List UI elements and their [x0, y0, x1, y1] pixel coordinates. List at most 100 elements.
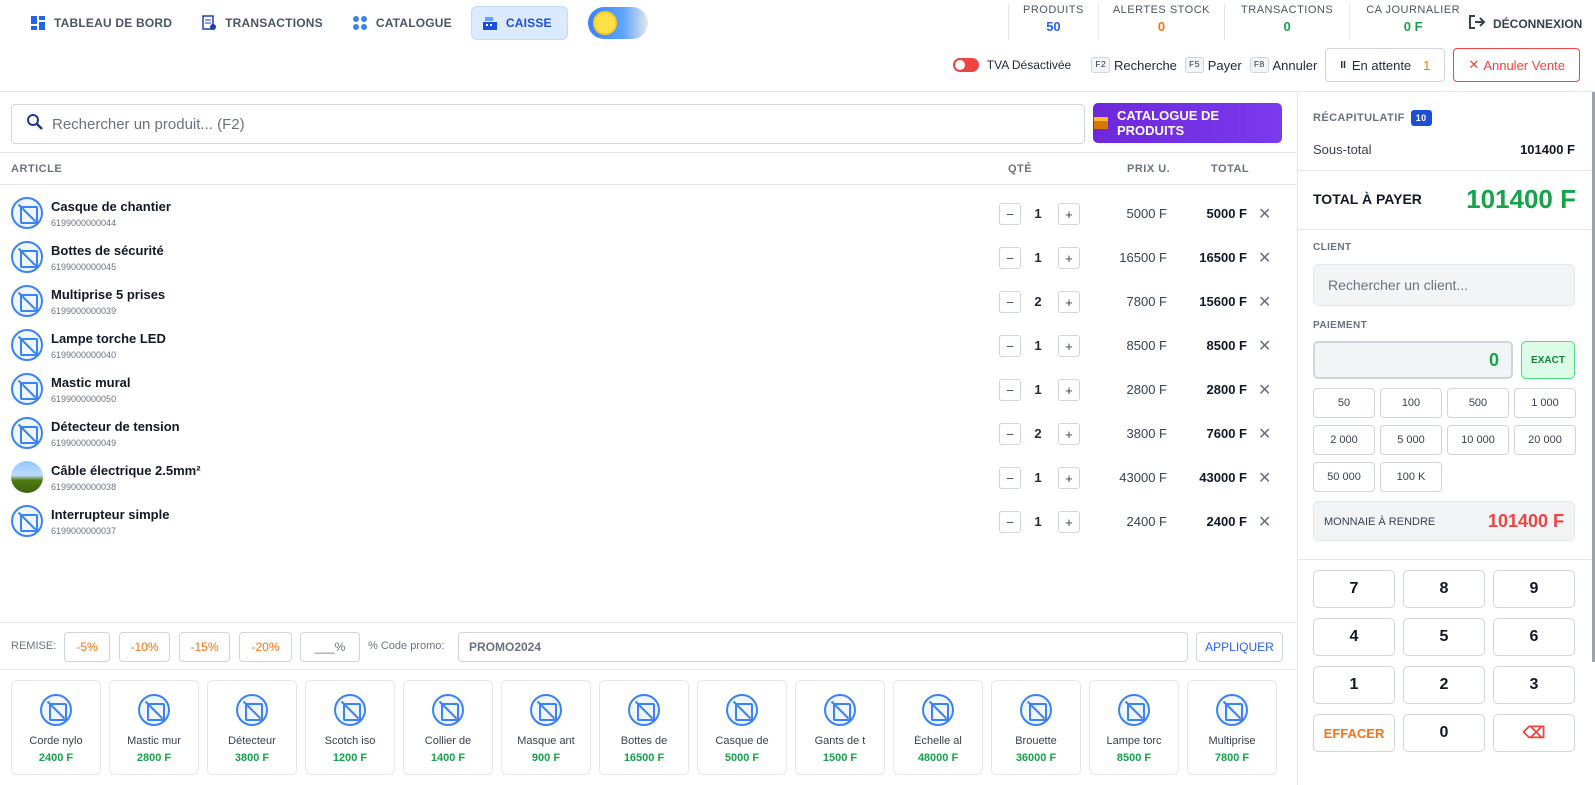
- nav-catalogue[interactable]: CATALOGUE: [342, 6, 467, 40]
- increase-qty-button[interactable]: +: [1058, 291, 1080, 313]
- remove-item-icon[interactable]: ✕: [1258, 292, 1271, 312]
- keypad-key-6[interactable]: 6: [1493, 618, 1575, 656]
- keypad-key-5[interactable]: 5: [1403, 618, 1485, 656]
- nav-dashboard-label: TABLEAU DE BORD: [54, 16, 173, 30]
- quick-product-name: Bottes de: [620, 735, 668, 747]
- decrease-qty-button[interactable]: −: [999, 379, 1021, 401]
- increase-qty-button[interactable]: +: [1058, 247, 1080, 269]
- quick-product-card[interactable]: Gants de t 1500 F: [795, 680, 885, 775]
- quick-amount-button[interactable]: 20 000: [1514, 425, 1576, 455]
- remove-item-icon[interactable]: ✕: [1258, 336, 1271, 356]
- decrease-qty-button[interactable]: −: [999, 467, 1021, 489]
- discount-5-button[interactable]: -5%: [64, 632, 110, 662]
- increase-qty-button[interactable]: +: [1058, 203, 1080, 225]
- apply-promo-button[interactable]: APPLIQUER: [1196, 632, 1283, 662]
- quick-product-card[interactable]: Brouette 36000 F: [991, 680, 1081, 775]
- payment-amount-input[interactable]: 0: [1313, 341, 1513, 379]
- change-due: MONNAIE À RENDRE 101400 F: [1313, 501, 1575, 541]
- quick-product-card[interactable]: Lampe torc 8500 F: [1089, 680, 1179, 775]
- quick-amount-button[interactable]: 50 000: [1313, 462, 1375, 492]
- quick-amount-button[interactable]: 100: [1380, 388, 1442, 418]
- decrease-qty-button[interactable]: −: [999, 203, 1021, 225]
- keypad-key-1[interactable]: 1: [1313, 666, 1395, 704]
- quick-amount-button[interactable]: 500: [1447, 388, 1509, 418]
- quick-amount-button[interactable]: 5 000: [1380, 425, 1442, 455]
- decrease-qty-button[interactable]: −: [999, 423, 1021, 445]
- quick-product-card[interactable]: Collier de 1400 F: [403, 680, 493, 775]
- no-image-icon: [11, 373, 43, 405]
- subtotal-value: 101400 F: [1520, 142, 1575, 157]
- increase-qty-button[interactable]: +: [1058, 511, 1080, 533]
- summary-title-text: RÉCAPITULATIF: [1313, 111, 1405, 124]
- tva-toggle[interactable]: [952, 58, 979, 72]
- hold-button[interactable]: II En attente 1: [1325, 48, 1446, 82]
- nav-dashboard[interactable]: TABLEAU DE BORD: [20, 6, 187, 40]
- quick-product-card[interactable]: Casque de 5000 F: [697, 680, 787, 775]
- remove-item-icon[interactable]: ✕: [1258, 512, 1271, 532]
- quick-product-card[interactable]: Masque ant 900 F: [501, 680, 591, 775]
- quick-product-card[interactable]: Détecteur 3800 F: [207, 680, 297, 775]
- promo-code-input[interactable]: PROMO2024: [458, 632, 1188, 662]
- remove-item-icon[interactable]: ✕: [1258, 424, 1271, 444]
- stat-label: TRANSACTIONS: [1241, 4, 1334, 16]
- keypad-key-8[interactable]: 8: [1403, 570, 1485, 608]
- line-total: 16500 F: [1199, 250, 1247, 265]
- quick-product-card[interactable]: Corde nylo 2400 F: [11, 680, 101, 775]
- keypad-key-7[interactable]: 7: [1313, 570, 1395, 608]
- quick-amount-button[interactable]: 10 000: [1447, 425, 1509, 455]
- remove-item-icon[interactable]: ✕: [1258, 248, 1271, 268]
- discount-20-button[interactable]: -20%: [239, 632, 292, 662]
- keypad-key-4[interactable]: 4: [1313, 618, 1395, 656]
- logout-button[interactable]: DÉCONNEXION: [1468, 14, 1582, 33]
- header-price: PRIX U.: [1127, 163, 1171, 175]
- stat-value: 0 F: [1403, 19, 1423, 34]
- decrease-qty-button[interactable]: −: [999, 335, 1021, 357]
- exact-amount-button[interactable]: EXACT: [1521, 341, 1575, 379]
- quick-product-card[interactable]: Multiprise 7800 F: [1187, 680, 1277, 775]
- keypad-key-3[interactable]: 3: [1493, 666, 1575, 704]
- decrease-qty-button[interactable]: −: [999, 291, 1021, 313]
- discount-15-button[interactable]: -15%: [179, 632, 230, 662]
- total-row: TOTAL À PAYER 101400 F: [1298, 170, 1595, 230]
- nav-caisse[interactable]: CAISSE: [470, 6, 568, 40]
- quantity-value: 1: [1034, 338, 1042, 353]
- increase-qty-button[interactable]: +: [1058, 423, 1080, 445]
- unit-price: 5000 F: [1126, 206, 1167, 221]
- quick-amount-button[interactable]: 1 000: [1514, 388, 1576, 418]
- cancel-sale-button[interactable]: ✕ Annuler Vente: [1453, 48, 1580, 82]
- quick-amount-button[interactable]: 2 000: [1313, 425, 1375, 455]
- increase-qty-button[interactable]: +: [1058, 379, 1080, 401]
- quick-amount-button[interactable]: 50: [1313, 388, 1375, 418]
- keypad-key-0[interactable]: 0: [1403, 714, 1485, 752]
- custom-discount-input[interactable]: ___%: [300, 632, 360, 662]
- backspace-button[interactable]: ⌫: [1493, 714, 1575, 752]
- product-name: Mastic mural: [51, 375, 131, 390]
- discount-label: REMISE:: [11, 640, 57, 652]
- client-search-input[interactable]: Rechercher un client...: [1313, 264, 1575, 306]
- remove-item-icon[interactable]: ✕: [1258, 204, 1271, 224]
- theme-toggle[interactable]: [587, 7, 648, 39]
- table-row: Lampe torche LED 6199000000040 − 1 + 850…: [0, 324, 1297, 368]
- quick-product-card[interactable]: Mastic mur 2800 F: [109, 680, 199, 775]
- stat-stock-alerts: ALERTES STOCK 0: [1097, 4, 1224, 40]
- decrease-qty-button[interactable]: −: [999, 511, 1021, 533]
- quick-product-card[interactable]: Bottes de 16500 F: [599, 680, 689, 775]
- discount-10-button[interactable]: -10%: [119, 632, 170, 662]
- quick-product-card[interactable]: Scotch iso 1200 F: [305, 680, 395, 775]
- quick-product-card[interactable]: Échelle al 48000 F: [893, 680, 983, 775]
- clear-button[interactable]: EFFACER: [1313, 714, 1395, 752]
- nav-transactions-label: TRANSACTIONS: [225, 16, 323, 30]
- quick-amount-button[interactable]: 100 K: [1380, 462, 1442, 492]
- product-catalog-button[interactable]: CATALOGUE DE PRODUITS: [1093, 103, 1282, 143]
- increase-qty-button[interactable]: +: [1058, 467, 1080, 489]
- subtotal-row: Sous-total 101400 F: [1313, 142, 1575, 157]
- decrease-qty-button[interactable]: −: [999, 247, 1021, 269]
- quantity-value: 2: [1034, 426, 1042, 441]
- keypad-key-2[interactable]: 2: [1403, 666, 1485, 704]
- remove-item-icon[interactable]: ✕: [1258, 468, 1271, 488]
- keypad-key-9[interactable]: 9: [1493, 570, 1575, 608]
- product-search-input[interactable]: Rechercher un produit... (F2): [11, 104, 1085, 144]
- nav-transactions[interactable]: TRANSACTIONS: [191, 6, 338, 40]
- remove-item-icon[interactable]: ✕: [1258, 380, 1271, 400]
- increase-qty-button[interactable]: +: [1058, 335, 1080, 357]
